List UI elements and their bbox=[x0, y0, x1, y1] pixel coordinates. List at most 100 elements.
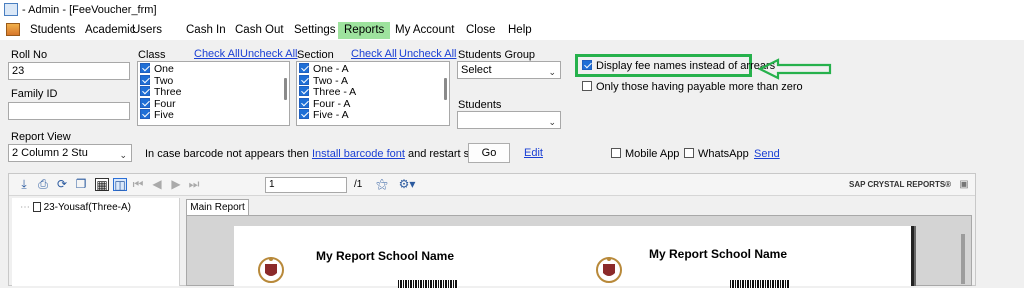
roll-no-input[interactable]: 23 bbox=[8, 62, 130, 80]
menu-help[interactable]: Help bbox=[502, 22, 538, 39]
whatsapp-checkbox[interactable] bbox=[684, 148, 694, 159]
report-page: My Report School Name My Report School N… bbox=[234, 226, 914, 288]
tree-item[interactable]: ⋯ 23-Yousaf(Three-A) bbox=[20, 202, 131, 213]
students-group-select[interactable]: Select ⌄ bbox=[457, 61, 561, 79]
checkbox-icon[interactable] bbox=[299, 109, 309, 120]
print-icon[interactable]: ⎙ bbox=[36, 178, 50, 191]
only-payable-option[interactable]: Only those having payable more than zero bbox=[582, 81, 803, 93]
checkbox-icon[interactable] bbox=[140, 109, 150, 120]
class-scrollbar[interactable] bbox=[284, 78, 287, 100]
family-id-label: Family ID bbox=[11, 88, 58, 100]
install-barcode-font-link[interactable]: Install barcode font bbox=[312, 148, 405, 160]
chevron-down-icon: ⌄ bbox=[119, 150, 127, 160]
display-fee-names-option[interactable]: Display fee names instead of arrears bbox=[582, 60, 775, 72]
close-icon[interactable]: ▣ bbox=[957, 178, 971, 191]
students-select[interactable]: ⌄ bbox=[457, 111, 561, 129]
class-item-three[interactable]: Three bbox=[138, 86, 289, 98]
previous-page-icon[interactable]: ◀ bbox=[150, 178, 164, 191]
page-total: /1 bbox=[354, 179, 363, 190]
window-icon bbox=[4, 3, 18, 16]
tree-connector-icon: ⋯ bbox=[20, 202, 30, 213]
export-icon[interactable]: ⤓ bbox=[17, 178, 31, 191]
zoom-icon[interactable]: ⚙▾ bbox=[396, 178, 418, 191]
menu-settings[interactable]: Settings bbox=[288, 22, 342, 39]
mobile-app-checkbox[interactable] bbox=[611, 148, 621, 159]
only-payable-checkbox[interactable] bbox=[582, 81, 592, 92]
refresh-icon[interactable]: ⟳ bbox=[55, 178, 69, 191]
chevron-down-icon: ⌄ bbox=[548, 117, 556, 127]
section-check-all-link[interactable]: Check All bbox=[351, 48, 397, 60]
tab-main-report[interactable]: Main Report bbox=[186, 199, 249, 216]
class-item-five[interactable]: Five bbox=[138, 109, 289, 121]
find-icon[interactable]: ⚝ bbox=[375, 178, 389, 191]
group-tree-panel: ⋯ 23-Yousaf(Three-A) bbox=[12, 198, 180, 286]
class-label: Class bbox=[138, 49, 166, 61]
class-item-one[interactable]: One bbox=[138, 63, 289, 75]
window-title: - Admin - [FeeVoucher_frm] bbox=[22, 4, 157, 16]
section-item-two-a[interactable]: Two - A bbox=[297, 74, 449, 87]
menu-close[interactable]: Close bbox=[460, 22, 501, 39]
section-item-three-a[interactable]: Three - A bbox=[297, 86, 449, 98]
go-button[interactable]: Go bbox=[468, 143, 510, 163]
next-page-icon[interactable]: ▶ bbox=[169, 178, 183, 191]
menu-students[interactable]: Students bbox=[24, 22, 81, 39]
barcode-right bbox=[730, 280, 790, 288]
class-item-four[interactable]: Four bbox=[138, 97, 289, 110]
section-uncheck-all-link[interactable]: Uncheck All bbox=[399, 48, 456, 60]
school-logo-icon bbox=[596, 257, 622, 283]
section-item-five-a[interactable]: Five - A bbox=[297, 109, 449, 121]
display-fee-names-checkbox[interactable] bbox=[582, 60, 592, 71]
class-check-all-link[interactable]: Check All bbox=[194, 48, 240, 60]
mobile-app-option[interactable]: Mobile App bbox=[611, 148, 679, 160]
section-item-one-a[interactable]: One - A bbox=[297, 63, 449, 75]
section-scrollbar[interactable] bbox=[444, 78, 447, 100]
chevron-down-icon: ⌄ bbox=[548, 67, 556, 77]
copy-icon[interactable]: ❐ bbox=[74, 178, 88, 191]
menu-bar: Students Academic Users Cash In Cash Out… bbox=[0, 20, 1024, 40]
report-view-select[interactable]: 2 Column 2 Stu ⌄ bbox=[8, 144, 132, 162]
menu-reports[interactable]: Reports bbox=[338, 22, 391, 39]
checkbox-icon[interactable] bbox=[299, 86, 309, 97]
barcode-left bbox=[398, 280, 458, 288]
send-link[interactable]: Send bbox=[754, 148, 780, 160]
toggle-parameter-icon[interactable]: ▦ bbox=[95, 178, 109, 192]
checkbox-icon[interactable] bbox=[299, 97, 309, 108]
first-page-icon[interactable]: ⏮ bbox=[131, 178, 145, 191]
checkbox-icon[interactable] bbox=[140, 97, 150, 108]
checkbox-icon[interactable] bbox=[299, 63, 309, 74]
whatsapp-option[interactable]: WhatsApp bbox=[684, 148, 749, 160]
barcode-note: In case barcode not appears then Install… bbox=[145, 148, 506, 160]
app-menu-icon[interactable] bbox=[6, 23, 20, 36]
students-group-label: Students Group bbox=[458, 49, 536, 61]
arrow-pointer-icon bbox=[758, 58, 832, 80]
school-logo-icon bbox=[258, 257, 284, 283]
class-listbox[interactable]: One Two Three Four Five bbox=[137, 61, 290, 126]
section-item-four-a[interactable]: Four - A bbox=[297, 97, 449, 110]
page-number-input[interactable]: 1 bbox=[265, 177, 347, 193]
section-label: Section bbox=[297, 49, 334, 61]
viewer-toolbar: ⤓ ⎙ ⟳ ❐ ▦ ◫ ⏮ ◀ ▶ ⏭ 1 /1 ⚝ ⚙▾ SAP CRYSTA… bbox=[9, 174, 975, 196]
school-name-left: My Report School Name bbox=[316, 249, 455, 263]
checkbox-icon[interactable] bbox=[299, 74, 309, 85]
canvas-scrollbar[interactable] bbox=[961, 234, 965, 284]
family-id-input[interactable] bbox=[8, 102, 130, 120]
menu-users[interactable]: Users bbox=[126, 22, 168, 39]
edit-link[interactable]: Edit bbox=[524, 147, 543, 159]
title-bar: - Admin - [FeeVoucher_frm] bbox=[0, 0, 1024, 20]
school-name-right: My Report School Name bbox=[649, 247, 788, 261]
checkbox-icon[interactable] bbox=[140, 86, 150, 97]
students-label: Students bbox=[458, 99, 502, 111]
crystal-reports-brand: SAP CRYSTAL REPORTS® bbox=[849, 180, 952, 189]
class-item-two[interactable]: Two bbox=[138, 74, 289, 87]
class-uncheck-all-link[interactable]: Uncheck All bbox=[240, 48, 297, 60]
last-page-icon[interactable]: ⏭ bbox=[187, 178, 201, 191]
checkbox-icon[interactable] bbox=[140, 74, 150, 85]
group-tree-icon[interactable]: ◫ bbox=[113, 178, 127, 192]
checkbox-icon[interactable] bbox=[140, 63, 150, 74]
menu-my-account[interactable]: My Account bbox=[389, 22, 460, 39]
section-listbox[interactable]: One - A Two - A Three - A Four - A Five … bbox=[296, 61, 450, 126]
report-view-label: Report View bbox=[11, 131, 71, 143]
menu-cash-in[interactable]: Cash In bbox=[180, 22, 232, 39]
menu-cash-out[interactable]: Cash Out bbox=[229, 22, 290, 39]
roll-no-label: Roll No bbox=[11, 49, 48, 61]
